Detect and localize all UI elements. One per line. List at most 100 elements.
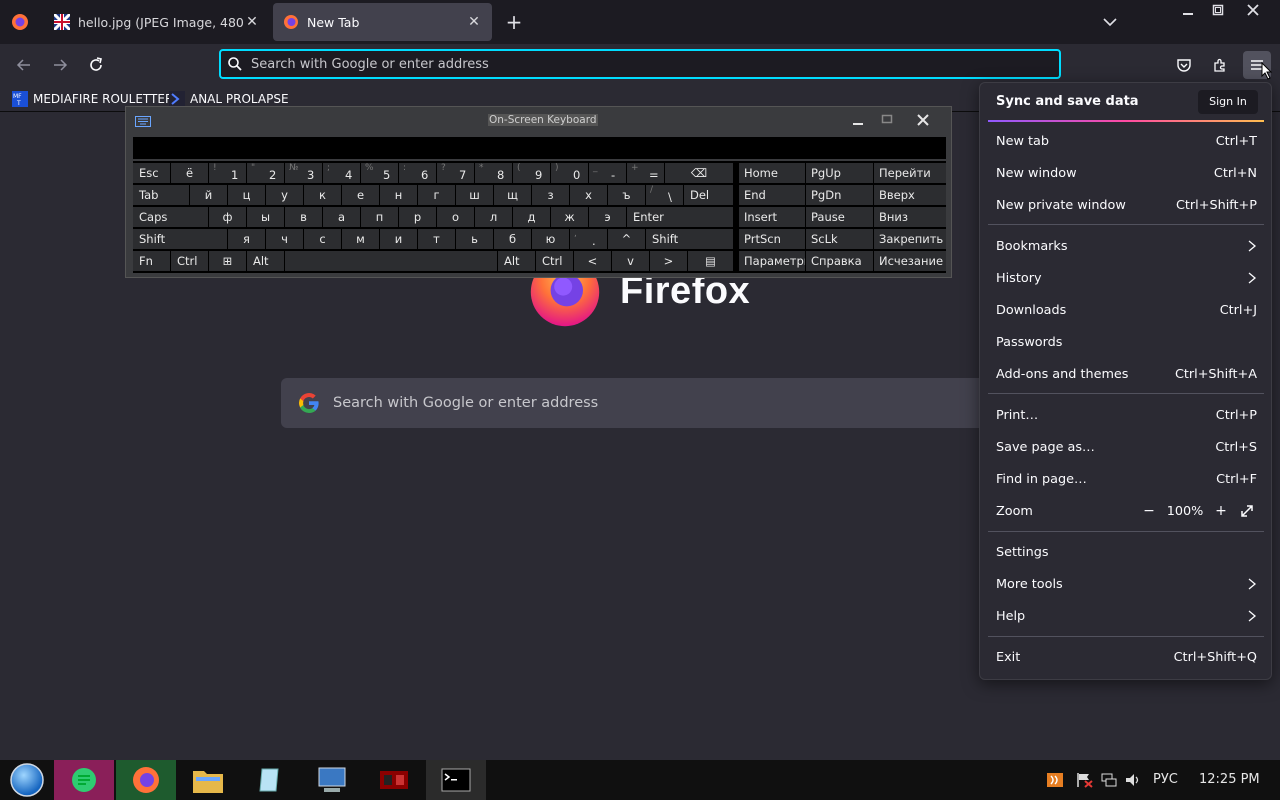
osk-key[interactable]: Alt (498, 251, 535, 271)
osk-key[interactable] (285, 251, 497, 271)
osk-key[interactable]: в (285, 207, 322, 227)
osk-key[interactable]: № 3 (285, 163, 322, 183)
osk-key[interactable]: с (304, 229, 341, 249)
menu-item-settings[interactable]: Settings (985, 538, 1268, 566)
osk-nav-key[interactable]: PgDn (806, 185, 873, 205)
osk-key[interactable]: ъ (608, 185, 645, 205)
osk-key[interactable]: Esc (133, 163, 170, 183)
osk-key[interactable]: н (380, 185, 417, 205)
start-button[interactable] (0, 760, 54, 800)
menu-item-downloads[interactable]: Downloads Ctrl+J (985, 296, 1268, 324)
osk-nav-key[interactable]: ScLk (806, 229, 873, 249)
taskbar-file-manager[interactable] (178, 760, 238, 800)
osk-key[interactable]: Ctrl (536, 251, 573, 271)
osk-key[interactable]: р (399, 207, 436, 227)
osk-key[interactable]: у (266, 185, 303, 205)
taskbar-text-editor[interactable] (240, 760, 300, 800)
pocket-button[interactable] (1172, 53, 1196, 77)
taskbar-terminal[interactable] (426, 760, 486, 800)
osk-key[interactable]: э (589, 207, 626, 227)
osk-key[interactable]: ш (456, 185, 493, 205)
osk-nav-key[interactable]: Исчезание (874, 251, 946, 271)
osk-key[interactable]: ц (228, 185, 265, 205)
java-update-icon[interactable] (1046, 772, 1064, 788)
osk-key[interactable]: ⌫ (665, 163, 733, 183)
taskbar-notes[interactable] (54, 760, 114, 800)
osk-maximize-button[interactable] (876, 110, 898, 130)
taskbar-game[interactable] (364, 760, 424, 800)
osk-nav-key[interactable]: End (739, 185, 805, 205)
osk-key[interactable]: з (532, 185, 569, 205)
osk-key[interactable]: т (418, 229, 455, 249)
taskbar-clock[interactable]: 12:25 PM (1199, 772, 1260, 787)
input-language-indicator[interactable]: РУС (1153, 772, 1178, 787)
osk-key[interactable]: Enter (627, 207, 733, 227)
osk-nav-key[interactable]: Home (739, 163, 805, 183)
menu-item-passwords[interactable]: Passwords (985, 328, 1268, 356)
osk-key[interactable]: ж (551, 207, 588, 227)
osk-key[interactable]: ) 0 (551, 163, 588, 183)
menu-item-exit[interactable]: Exit Ctrl+Shift+Q (985, 643, 1268, 671)
menu-item-more-tools[interactable]: More tools (985, 570, 1268, 598)
list-all-tabs-icon[interactable] (1100, 12, 1120, 32)
volume-icon[interactable] (1124, 772, 1142, 788)
osk-key[interactable]: * 8 (475, 163, 512, 183)
osk-key[interactable]: б (494, 229, 531, 249)
osk-nav-key[interactable]: Перейти (874, 163, 946, 183)
osk-nav-key[interactable]: Вниз (874, 207, 946, 227)
extensions-button[interactable] (1208, 53, 1232, 77)
osk-key[interactable]: ▤ (688, 251, 733, 271)
close-window-button[interactable] (1238, 0, 1268, 20)
osk-nav-key[interactable]: Insert (739, 207, 805, 227)
osk-key[interactable]: г (418, 185, 455, 205)
osk-nav-key[interactable]: Закрепить (874, 229, 946, 249)
osk-titlebar[interactable]: On-Screen Keyboard (126, 107, 951, 135)
osk-key[interactable]: и (380, 229, 417, 249)
menu-item-bookmarks[interactable]: Bookmarks (985, 232, 1268, 260)
osk-key[interactable]: :6 (399, 163, 436, 183)
menu-item-help[interactable]: Help (985, 602, 1268, 630)
osk-key[interactable]: ы (247, 207, 284, 227)
osk-key[interactable]: о (437, 207, 474, 227)
osk-nav-key[interactable]: PgUp (806, 163, 873, 183)
osk-key[interactable]: ф (209, 207, 246, 227)
reload-button[interactable] (84, 53, 108, 77)
osk-nav-key[interactable]: Pause (806, 207, 873, 227)
menu-item-history[interactable]: History (985, 264, 1268, 292)
taskbar-computer[interactable] (302, 760, 362, 800)
osk-key[interactable]: ^ (608, 229, 645, 249)
menu-item-find-in-page[interactable]: Find in page… Ctrl+F (985, 465, 1268, 493)
osk-key[interactable]: ю (532, 229, 569, 249)
close-tab-icon[interactable]: ✕ (466, 14, 482, 30)
address-bar[interactable] (219, 49, 1061, 79)
osk-close-button[interactable] (912, 110, 934, 130)
new-tab-button[interactable]: + (502, 10, 526, 34)
osk-key[interactable]: / \ (646, 185, 683, 205)
osk-key[interactable]: я (228, 229, 265, 249)
osk-key[interactable]: % 5 (361, 163, 398, 183)
tab-new-tab[interactable]: New Tab ✕ (273, 3, 492, 41)
osk-key[interactable]: щ (494, 185, 531, 205)
zoom-in-button[interactable]: + (1211, 501, 1231, 521)
osk-key[interactable]: ,. (570, 229, 607, 249)
taskbar-firefox[interactable] (116, 760, 176, 800)
osk-key[interactable]: й (190, 185, 227, 205)
osk-nav-key[interactable]: Параметры (739, 251, 805, 271)
address-input[interactable] (251, 56, 1059, 72)
osk-key[interactable]: Shift (646, 229, 733, 249)
osk-key[interactable]: > (650, 251, 687, 271)
osk-key[interactable]: Alt (247, 251, 284, 271)
osk-key[interactable]: ё (171, 163, 208, 183)
fullscreen-icon[interactable] (1237, 501, 1257, 521)
osk-minimize-button[interactable] (847, 110, 869, 130)
osk-key[interactable]: ; 4 (323, 163, 360, 183)
osk-key[interactable]: ь (456, 229, 493, 249)
osk-key[interactable]: Caps (133, 207, 208, 227)
osk-key[interactable]: Del (684, 185, 733, 205)
menu-item-new-window[interactable]: New window Ctrl+N (985, 159, 1268, 187)
osk-key[interactable]: к (304, 185, 341, 205)
osk-key[interactable]: л (475, 207, 512, 227)
osk-key[interactable]: е (342, 185, 379, 205)
tab-hello-jpg[interactable]: hello.jpg (JPEG Image, 480 × 360 pixels)… (44, 3, 270, 41)
close-tab-icon[interactable]: ✕ (244, 14, 260, 30)
